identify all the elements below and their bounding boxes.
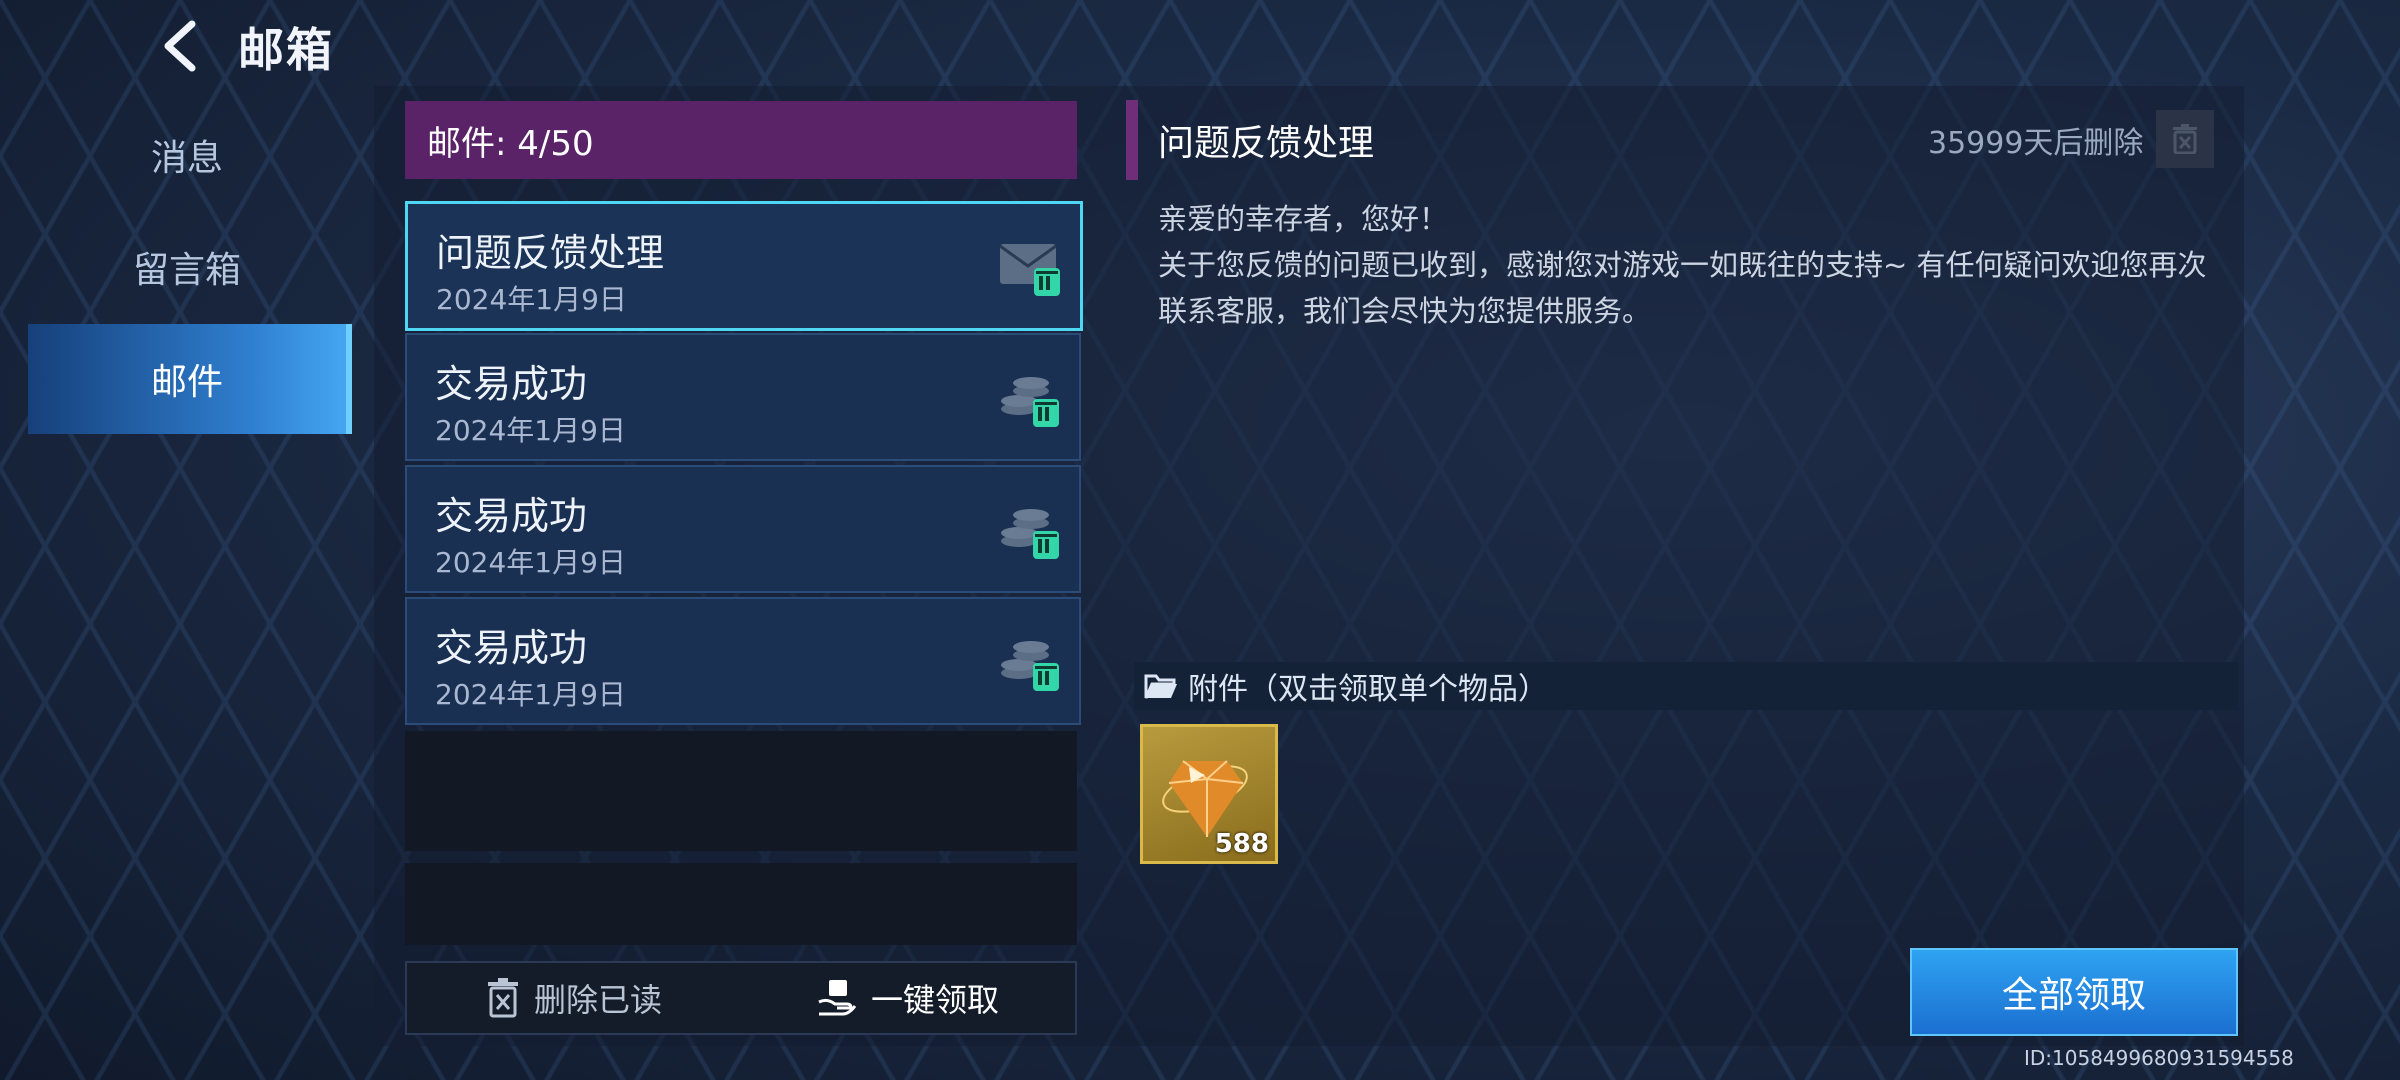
mail-date: 2024年1月9日: [436, 283, 627, 316]
folder-open-icon: [1144, 674, 1177, 699]
sidebar-item-mail[interactable]: 邮件: [28, 324, 352, 434]
claim-all-button[interactable]: 全部领取: [1910, 948, 2238, 1036]
page-title: 邮箱: [238, 23, 334, 77]
mail-body: 亲爱的幸存者，您好！ 关于您反馈的问题已收到，感谢您对游戏一如既往的支持~ 有任…: [1158, 196, 2228, 334]
attachment-label: 附件（双击领取单个物品）: [1188, 672, 1548, 707]
mail-title: 交易成功: [435, 626, 588, 670]
sidebar-item-messages[interactable]: 消息: [28, 100, 346, 210]
mail-date: 2024年1月9日: [435, 414, 626, 447]
mail-item[interactable]: 交易成功 2024年1月9日: [405, 597, 1081, 725]
sidebar: 消息 留言箱 邮件: [0, 100, 352, 1000]
coins-icon: [1001, 509, 1059, 559]
attachment-item[interactable]: 588: [1140, 724, 1278, 864]
mail-title: 交易成功: [435, 362, 588, 406]
mail-body-line: 亲爱的幸存者，您好！: [1158, 202, 1449, 236]
sidebar-item-guestbook[interactable]: 留言箱: [28, 212, 346, 322]
coins-icon: [1001, 377, 1059, 427]
sidebar-item-label: 消息: [150, 138, 223, 179]
empty-mail-slot: [405, 863, 1077, 945]
delete-read-label: 删除已读: [533, 981, 662, 1019]
sidebar-item-label: 留言箱: [132, 250, 241, 291]
chevron-left-icon: [164, 20, 196, 72]
trash-icon: [487, 978, 518, 1018]
mail-date: 2024年1月9日: [435, 678, 626, 711]
delete-read-button[interactable]: 删除已读: [407, 963, 741, 1033]
claim-one-click-button[interactable]: 一键领取: [741, 963, 1075, 1033]
mail-count-bar: 邮件: 4/50: [405, 101, 1077, 179]
detail-accent-bar: [1126, 100, 1138, 180]
mail-body-line: 关于您反馈的问题已收到，感谢您对游戏一如既往的支持~ 有任何疑问欢迎您再次联系客…: [1158, 248, 2207, 328]
trash-icon: [2173, 124, 2197, 154]
item-quantity: 588: [1214, 829, 1269, 859]
claim-one-click-label: 一键领取: [870, 981, 999, 1019]
delete-mail-button[interactable]: [2156, 110, 2214, 168]
mail-title: 交易成功: [435, 494, 588, 538]
mail-item[interactable]: 交易成功 2024年1月9日: [405, 465, 1081, 593]
mail-count: 邮件: 4/50: [427, 123, 594, 164]
attachment-header: 附件（双击领取单个物品）: [1134, 662, 2238, 710]
mail-date: 2024年1月9日: [435, 546, 626, 579]
user-id: ID:1058499680931594558: [2024, 1046, 2294, 1070]
mail-item[interactable]: 问题反馈处理 2024年1月9日: [405, 201, 1083, 331]
envelope-icon: [999, 244, 1060, 296]
back-button[interactable]: [150, 16, 210, 76]
hand-receive-icon: [818, 980, 857, 1016]
empty-mail-slot: [405, 731, 1077, 851]
mail-item[interactable]: 交易成功 2024年1月9日: [405, 333, 1081, 461]
mail-actions-bar: 删除已读 一键领取: [405, 961, 1077, 1035]
claim-all-label: 全部领取: [2001, 975, 2146, 1016]
mail-title: 问题反馈处理: [436, 231, 665, 275]
sidebar-item-label: 邮件: [150, 362, 223, 403]
mail-detail-title: 问题反馈处理: [1158, 123, 1375, 164]
coins-icon: [1001, 641, 1059, 691]
expire-text: 35999天后删除: [1928, 126, 2144, 161]
